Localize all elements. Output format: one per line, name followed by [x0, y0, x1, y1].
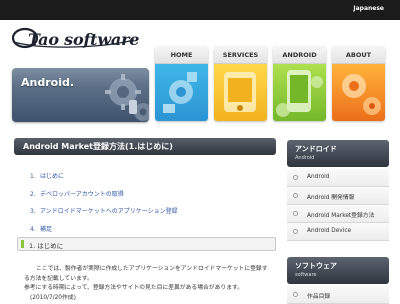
sidebar-item-catalog[interactable]: 作品目録 — [287, 286, 389, 304]
toc-link[interactable]: デベロッパーアカウントの取得 — [40, 191, 124, 198]
sidebar-section-title: ソフトウェア — [295, 262, 337, 270]
section-header: 1. はじめに — [17, 237, 276, 251]
sidebar-item-android-market[interactable]: Android Market登録方法 — [287, 205, 389, 223]
sidebar-section-subtitle: software — [295, 272, 317, 278]
nav-android[interactable]: ANDROID — [273, 46, 326, 121]
sidebar-list-software: 作品目録 — [287, 286, 389, 304]
page-title: Android Market登録方法(1.はじめに) — [14, 138, 276, 155]
sidebar: アンドロイド Android Android Android 開発情報 Andr… — [287, 140, 389, 304]
nav-android-label: ANDROID — [273, 46, 326, 64]
sidebar-section-software: ソフトウェア software — [287, 257, 389, 284]
nav-services[interactable]: SERVICES — [214, 46, 267, 121]
top-bar: Japanese — [0, 0, 400, 20]
main-content: Android Market登録方法(1.はじめに) 1. はじめに 2. デベロッ… — [14, 138, 276, 304]
sidebar-list-android: Android Android 開発情報 Android Market登録方法 … — [287, 169, 389, 241]
bullet-icon — [293, 229, 298, 234]
sidebar-item-android-device[interactable]: Android Device — [287, 223, 389, 241]
bullet-icon — [293, 292, 298, 297]
home-art-icon — [155, 64, 208, 121]
nav-services-label: SERVICES — [214, 46, 267, 64]
nav-about-label: ABOUT — [332, 46, 385, 64]
toc-item[interactable]: 2. デベロッパーアカウントの取得 — [30, 189, 178, 207]
gear-art-icon — [105, 74, 149, 121]
sidebar-item-android-dev-info[interactable]: Android 開発情報 — [287, 187, 389, 205]
table-of-contents: 1. はじめに 2. デベロッパーアカウントの取得 3. アンドロイドマーケットへのア… — [30, 171, 178, 241]
toc-item[interactable]: 3. アンドロイドマーケットへのアプリケーション登録 — [30, 206, 178, 224]
bullet-icon — [293, 211, 298, 216]
nav-about[interactable]: ABOUT — [332, 46, 385, 121]
services-art-icon — [214, 64, 267, 121]
language-link[interactable]: Japanese — [353, 5, 384, 12]
paragraph-line: る方法を記載しています。 — [24, 275, 93, 282]
banner-title: Android. — [21, 76, 75, 89]
sidebar-section-android: アンドロイド Android — [287, 140, 389, 167]
bullet-icon — [293, 193, 298, 198]
section-title: 1. はじめに — [29, 242, 64, 250]
toc-link[interactable]: アンドロイドマーケットへのアプリケーション登録 — [40, 208, 178, 215]
logo[interactable]: Tao software — [28, 30, 139, 49]
paragraph-line: ここでは、製作者が実際に作成したアプリケーションをアンドロイドマーケットに登録す — [36, 266, 268, 272]
sidebar-section-subtitle: Android — [295, 155, 315, 161]
about-art-icon — [332, 64, 385, 121]
bullet-icon — [293, 175, 298, 180]
section-marker-icon — [21, 240, 24, 248]
toc-item[interactable]: 1. はじめに — [30, 171, 178, 189]
nav-home-label: HOME — [155, 46, 208, 64]
sidebar-item-android[interactable]: Android — [287, 169, 389, 187]
android-banner: Android. — [12, 68, 149, 122]
sidebar-section-title: アンドロイド — [295, 145, 337, 153]
nav-home[interactable]: HOME — [155, 46, 208, 121]
intro-paragraph: ここでは、製作者が実際に作成したアプリケーションをアンドロイドマーケットに登録す… — [24, 265, 276, 303]
paragraph-line: (2010/7/20作成) — [30, 294, 76, 301]
toc-link[interactable]: 補足 — [40, 226, 52, 233]
paragraph-line: 参考にする時期によって、登録方法やサイトの見た目に差異がある場合があります。 — [24, 285, 244, 291]
toc-link[interactable]: はじめに — [40, 173, 64, 180]
android-art-icon — [273, 64, 326, 121]
